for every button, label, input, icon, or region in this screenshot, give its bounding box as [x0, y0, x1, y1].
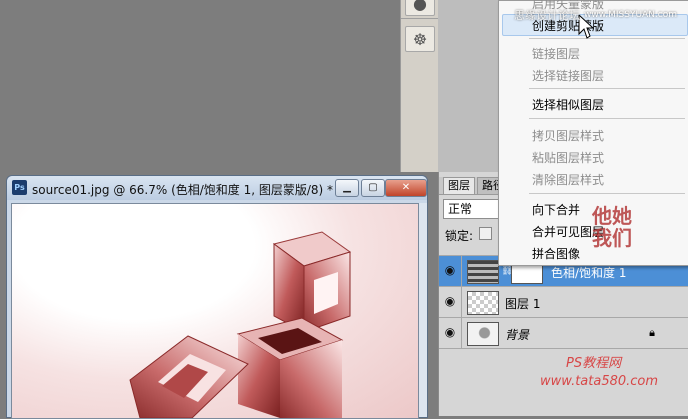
- ship-wheel-icon: ☸: [412, 29, 428, 49]
- menu-separator: [529, 118, 685, 119]
- tool-button-top[interactable]: ●: [405, 0, 435, 16]
- document-title: source01.jpg @ 66.7% (色相/饱和度 1, 图层蒙版/8) …: [32, 183, 334, 197]
- menu-item-paste-layer-style[interactable]: 粘贴图层样式: [532, 149, 604, 166]
- strip-divider: [401, 18, 439, 19]
- document-window: Ps source01.jpg @ 66.7% (色相/饱和度 1, 图层蒙版/…: [6, 175, 428, 419]
- menu-item-clear-layer-style[interactable]: 清除图层样式: [532, 171, 604, 188]
- menu-item-merge-down[interactable]: 向下合并: [532, 201, 580, 218]
- watermark-site-name: 思缘设计论坛: [514, 9, 580, 22]
- watermark-url: www.tata580.com: [540, 374, 659, 389]
- minimize-icon: ▁: [343, 182, 351, 193]
- image-canvas[interactable]: [11, 203, 419, 419]
- layer-row-background[interactable]: ◉ 背景 🔒︎: [439, 317, 688, 348]
- layer-thumbnail: [467, 291, 499, 315]
- adjustment-thumbnail: [467, 260, 499, 284]
- minimize-button[interactable]: ▁: [335, 179, 359, 197]
- layer-thumbnail: [467, 322, 499, 346]
- document-titlebar[interactable]: Ps source01.jpg @ 66.7% (色相/饱和度 1, 图层蒙版/…: [7, 176, 427, 200]
- layer-name: 背景: [505, 328, 530, 342]
- menu-item-link-layers[interactable]: 链接图层: [532, 45, 580, 62]
- cube-artwork: [129, 231, 352, 418]
- menu-item-select-similar-layers[interactable]: 选择相似图层: [532, 96, 604, 113]
- watermark-site-url: www.MISSYUAN.com: [584, 10, 678, 20]
- menu-item-select-linked-layers[interactable]: 选择链接图层: [532, 67, 604, 84]
- visibility-toggle[interactable]: ◉: [439, 256, 462, 286]
- eye-icon: ◉: [444, 325, 456, 339]
- menu-item-copy-layer-style[interactable]: 拷贝图层样式: [532, 127, 604, 144]
- photoshop-icon: Ps: [12, 180, 27, 195]
- watermark-brand: PS教程网: [566, 356, 622, 371]
- visibility-toggle[interactable]: ◉: [439, 318, 462, 348]
- layer-row-layer1[interactable]: ◉ 图层 1: [439, 286, 688, 317]
- visibility-toggle[interactable]: ◉: [439, 287, 462, 317]
- layer-name: 图层 1: [505, 297, 541, 311]
- lock-transparent-checkbox[interactable]: [479, 227, 492, 240]
- lock-label: 锁定:: [445, 229, 474, 243]
- tab-layers[interactable]: 图层: [443, 177, 475, 194]
- menu-separator: [529, 38, 685, 39]
- lock-icon: 🔒︎: [649, 326, 655, 339]
- close-button[interactable]: ✕: [385, 179, 427, 197]
- watermark-calligraphy: 他她我们: [592, 204, 632, 250]
- maximize-button[interactable]: ▢: [361, 179, 385, 197]
- tool-button-helm[interactable]: ☸: [405, 26, 435, 52]
- maximize-icon: ▢: [368, 182, 378, 193]
- menu-separator: [529, 193, 685, 194]
- eye-icon: ◉: [444, 263, 456, 277]
- close-icon: ✕: [401, 182, 411, 193]
- dot-icon: ●: [413, 0, 427, 13]
- tool-strip: ● ☸: [400, 0, 440, 172]
- menu-item-flatten-image[interactable]: 拼合图像: [532, 245, 580, 262]
- document-scrollbar[interactable]: [419, 203, 427, 417]
- menu-separator: [529, 88, 685, 89]
- row-divider: [439, 348, 688, 349]
- eye-icon: ◉: [444, 294, 456, 308]
- layer-name: 色相/饱和度 1: [551, 266, 627, 280]
